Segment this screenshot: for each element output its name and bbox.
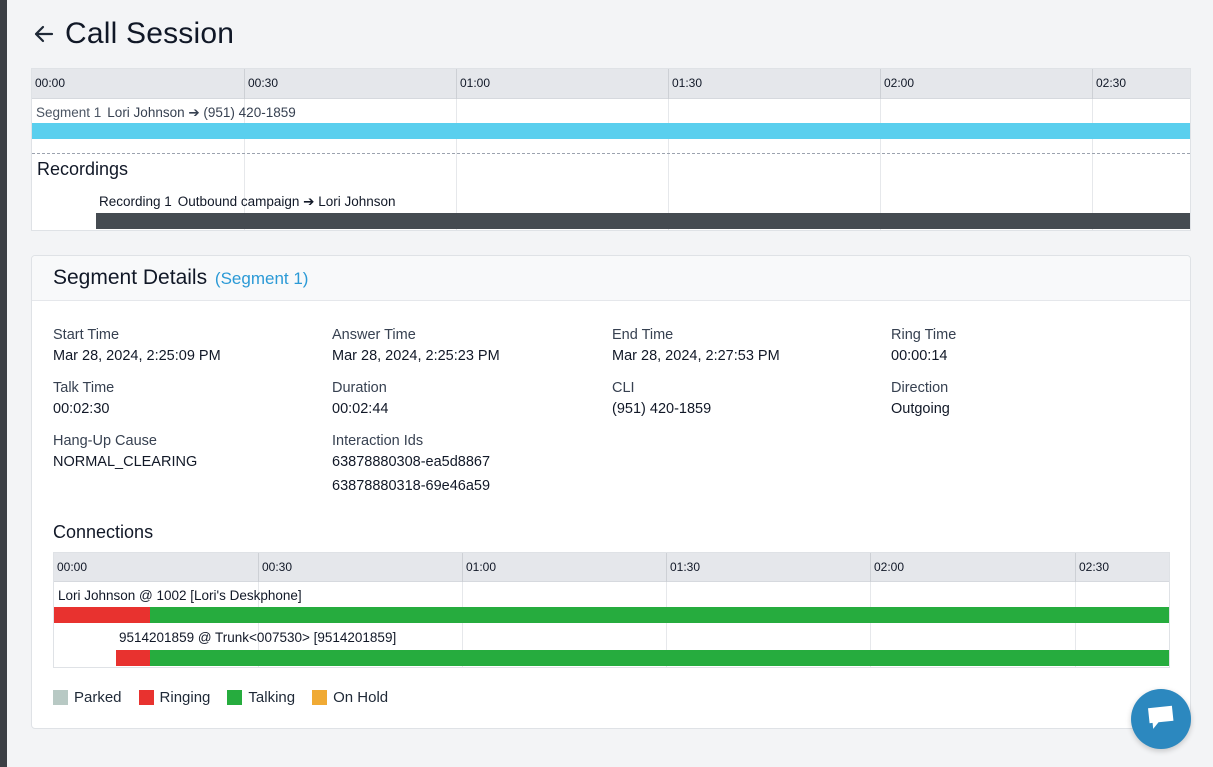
- connections-timeline: 00:00 00:30 01:00 01:30 02:00 02:30 Lori…: [53, 552, 1170, 668]
- segment-link[interactable]: (Segment 1): [215, 269, 309, 288]
- legend-label: Ringing: [159, 689, 211, 706]
- talk-time-field: Talk Time 00:02:30: [53, 380, 114, 417]
- timeline-tick: 02:00: [880, 69, 914, 99]
- recording-label[interactable]: Recording 1 Outbound campaign ➔ Lori John…: [99, 194, 396, 210]
- answer-time-field: Answer Time Mar 28, 2024, 2:25:23 PM: [332, 327, 500, 364]
- ringing-bar[interactable]: [54, 607, 150, 623]
- field-label: Hang-Up Cause: [53, 433, 157, 449]
- field-value: (951) 420-1859: [612, 401, 712, 417]
- start-time-field: Start Time Mar 28, 2024, 2:25:09 PM: [53, 327, 221, 364]
- connections-tick: 01:00: [462, 553, 496, 582]
- timeline-tick: 00:00: [35, 76, 66, 90]
- hangup-cause-field: Hang-Up Cause NORMAL_CLEARING: [53, 433, 197, 470]
- timeline-tick: 02:30: [1092, 69, 1126, 99]
- legend-label: Talking: [248, 689, 296, 706]
- legend-item-on-hold: On Hold: [312, 689, 388, 706]
- legend-item-talking: Talking: [227, 689, 295, 706]
- talking-bar[interactable]: [150, 650, 1169, 666]
- call-timeline: 00:00 00:30 01:00 01:30 02:00 02:30 Segm…: [31, 68, 1191, 231]
- chat-button[interactable]: [1131, 689, 1191, 749]
- timeline-gridline: [1092, 99, 1093, 230]
- segment-details-header: Segment Details (Segment 1): [32, 256, 1190, 301]
- field-value: 00:00:14: [891, 348, 948, 364]
- segment-details-title: Segment Details: [53, 266, 208, 289]
- legend-label: On Hold: [333, 689, 389, 706]
- cli-field: CLI (951) 420-1859: [612, 380, 711, 417]
- timeline-gridline: [668, 99, 669, 230]
- field-value: Mar 28, 2024, 2:27:53 PM: [612, 348, 780, 364]
- connections-title: Connections: [53, 522, 154, 542]
- field-label: Answer Time: [332, 327, 416, 343]
- segment-details-card: Segment Details (Segment 1) Start Time M…: [31, 255, 1191, 729]
- connections-tick: 02:00: [870, 553, 904, 582]
- field-label: Talk Time: [53, 380, 115, 396]
- connections-tick: 01:30: [666, 553, 700, 582]
- field-label: Start Time: [53, 327, 120, 343]
- timeline-gridline: [880, 99, 881, 230]
- back-arrow-icon[interactable]: [33, 23, 55, 45]
- field-label: CLI: [612, 380, 635, 396]
- timeline-tick: 01:00: [456, 69, 490, 99]
- connections-tick: 00:30: [258, 553, 292, 582]
- field-label: End Time: [612, 327, 674, 343]
- page-header: Call Session: [33, 14, 234, 54]
- field-value: Mar 28, 2024, 2:25:23 PM: [332, 348, 500, 364]
- field-value: 00:02:30: [53, 401, 110, 417]
- timeline-tick: 00:30: [244, 69, 278, 99]
- legend-item-parked: Parked: [53, 689, 122, 706]
- timeline-divider: [32, 153, 1190, 154]
- segment-label[interactable]: Segment 1 Lori Johnson ➔ (951) 420-1859: [36, 105, 296, 121]
- left-edge-strip: [0, 0, 7, 767]
- chat-bubble-icon: [1146, 703, 1176, 736]
- timeline-ruler: 00:00 00:30 01:00 01:30 02:00 02:30: [32, 69, 1190, 99]
- direction-field: Direction Outgoing: [891, 380, 950, 417]
- segment-bar[interactable]: [32, 123, 1190, 139]
- timeline-tick: 01:30: [668, 69, 702, 99]
- connections-ruler: 00:00 00:30 01:00 01:30 02:00 02:30: [54, 553, 1169, 582]
- timeline-gridline: [456, 99, 457, 230]
- end-time-field: End Time Mar 28, 2024, 2:27:53 PM: [612, 327, 780, 364]
- page-title: Call Session: [65, 17, 235, 50]
- duration-field: Duration 00:02:44: [332, 380, 388, 417]
- legend-swatch: [227, 690, 243, 705]
- field-label: Direction: [891, 380, 949, 396]
- field-label: Ring Time: [891, 327, 957, 343]
- interaction-ids-field: Interaction Ids 63878880308-ea5d8867 638…: [332, 433, 490, 494]
- legend-swatch: [138, 690, 154, 705]
- talking-bar[interactable]: [150, 607, 1169, 623]
- field-value: Mar 28, 2024, 2:25:09 PM: [53, 348, 221, 364]
- connections-tick: 00:00: [57, 560, 88, 574]
- ring-time-field: Ring Time 00:00:14: [891, 327, 956, 364]
- connection-label[interactable]: Lori Johnson @ 1002 [Lori's Deskphone]: [58, 588, 302, 603]
- ringing-bar[interactable]: [116, 650, 150, 666]
- field-label: Duration: [332, 380, 387, 396]
- segment-name: Segment 1: [36, 105, 102, 120]
- connection-label[interactable]: 9514201859 @ Trunk<007530> [9514201859]: [119, 630, 396, 645]
- recording-name: Recording 1: [99, 194, 172, 209]
- field-value: 00:02:44: [332, 401, 389, 417]
- state-legend: Parked Ringing Talking On Hold: [53, 689, 405, 706]
- recording-parties: Outbound campaign ➔ Lori Johnson: [177, 194, 396, 209]
- field-value: NORMAL_CLEARING: [53, 454, 198, 470]
- field-value: Outgoing: [891, 401, 950, 417]
- interaction-id: 63878880318-69e46a59: [332, 478, 491, 494]
- recording-bar[interactable]: [96, 213, 1190, 229]
- interaction-id: 63878880308-ea5d8867: [332, 454, 491, 470]
- legend-item-ringing: Ringing: [138, 689, 211, 706]
- segment-parties: Lori Johnson ➔ (951) 420-1859: [107, 105, 296, 120]
- connections-tick: 02:30: [1075, 553, 1109, 582]
- legend-swatch: [312, 690, 328, 705]
- field-label: Interaction Ids: [332, 433, 424, 449]
- legend-label: Parked: [74, 689, 122, 706]
- legend-swatch: [53, 690, 68, 705]
- recordings-title: Recordings: [37, 159, 137, 180]
